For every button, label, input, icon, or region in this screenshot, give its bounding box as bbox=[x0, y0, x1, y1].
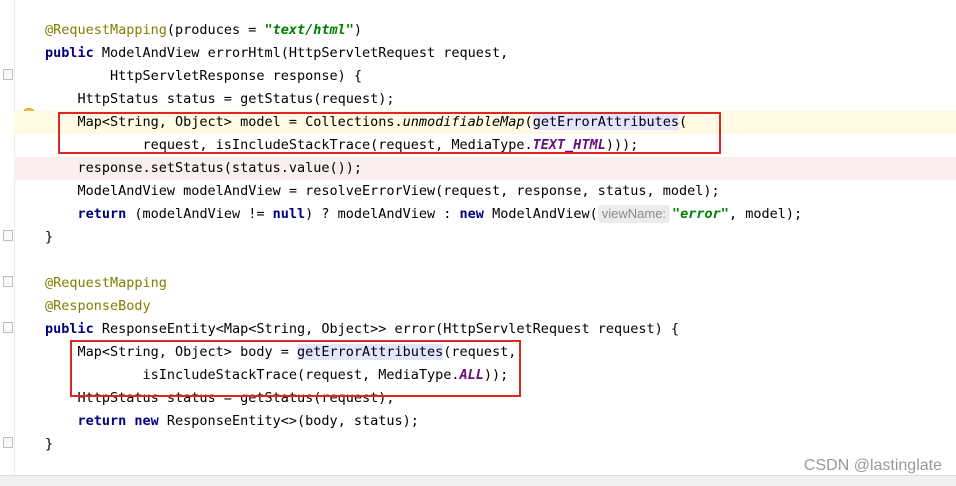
editor-bottom-bar bbox=[0, 475, 956, 486]
code-line[interactable]: return (modelAndView != null) ? modelAnd… bbox=[14, 203, 956, 226]
code-line[interactable]: @ResponseBody bbox=[14, 295, 956, 318]
highlight-box-html-error bbox=[58, 112, 721, 154]
code-token: (modelAndView != bbox=[134, 206, 273, 222]
code-token: public bbox=[45, 321, 102, 337]
code-token: } bbox=[45, 436, 54, 452]
fold-marker-icon[interactable] bbox=[3, 276, 13, 287]
code-token: ) ? modelAndView : bbox=[305, 206, 460, 222]
code-line[interactable]: public ResponseEntity<Map<String, Object… bbox=[14, 318, 956, 341]
code-token: null bbox=[272, 206, 306, 222]
highlight-box-json-error bbox=[70, 340, 521, 397]
code-line-text: public ModelAndView errorHtml(HttpServle… bbox=[45, 42, 508, 65]
code-line-text: return new ResponseEntity<>(body, status… bbox=[45, 410, 419, 433]
code-token: HttpStatus status = getStatus(request); bbox=[45, 91, 395, 107]
code-token: ) bbox=[353, 22, 363, 38]
code-line[interactable]: ModelAndView modelAndView = resolveError… bbox=[14, 180, 956, 203]
code-token: @RequestMapping bbox=[45, 22, 167, 38]
code-line-text: } bbox=[45, 433, 53, 456]
code-line[interactable]: @RequestMapping(produces = "text/html") bbox=[14, 19, 956, 42]
code-line[interactable]: HttpStatus status = getStatus(request); bbox=[14, 88, 956, 111]
code-line-text: @RequestMapping bbox=[45, 272, 167, 295]
code-token: new bbox=[459, 206, 493, 222]
code-line-text: } bbox=[45, 226, 53, 249]
fold-marker-icon[interactable] bbox=[3, 437, 13, 448]
code-token: HttpServletResponse response) { bbox=[45, 68, 362, 84]
code-token: ModelAndView modelAndView = resolveError… bbox=[45, 183, 720, 199]
fold-marker-icon[interactable] bbox=[3, 322, 13, 333]
code-line-text: public ResponseEntity<Map<String, Object… bbox=[45, 318, 679, 341]
code-token: , model); bbox=[728, 206, 803, 222]
code-line[interactable]: return new ResponseEntity<>(body, status… bbox=[14, 410, 956, 433]
code-line-text: HttpStatus status = getStatus(request); bbox=[45, 88, 395, 111]
code-line-text: @RequestMapping(produces = "text/html") bbox=[45, 19, 362, 42]
code-token: @ResponseBody bbox=[45, 298, 151, 314]
code-token: (produces = bbox=[166, 22, 265, 38]
code-token: return bbox=[77, 206, 135, 222]
code-token: ModelAndView errorHtml(HttpServletReques… bbox=[101, 45, 509, 61]
code-line-text: response.setStatus(status.value()); bbox=[45, 157, 362, 180]
code-line[interactable]: } bbox=[14, 433, 956, 456]
code-token: @RequestMapping bbox=[45, 275, 167, 291]
code-token: response.setStatus(status.value()); bbox=[45, 160, 362, 176]
code-token: ResponseEntity<>(body, status); bbox=[166, 413, 419, 429]
fold-marker-icon[interactable] bbox=[3, 69, 13, 80]
code-token: "error" bbox=[672, 206, 729, 222]
code-token: } bbox=[45, 229, 54, 245]
code-token: "text/html" bbox=[264, 22, 354, 38]
code-line-text: ModelAndView modelAndView = resolveError… bbox=[45, 180, 720, 203]
code-token: return new bbox=[77, 413, 167, 429]
code-line-text: @ResponseBody bbox=[45, 295, 151, 318]
code-line[interactable]: public ModelAndView errorHtml(HttpServle… bbox=[14, 42, 956, 65]
parameter-hint: viewName: bbox=[597, 205, 671, 223]
code-token: public bbox=[45, 45, 102, 61]
code-token: ModelAndView( bbox=[492, 206, 598, 222]
watermark: CSDN @lastinglate bbox=[803, 457, 942, 474]
code-line[interactable]: response.setStatus(status.value()); bbox=[14, 157, 956, 180]
code-line[interactable] bbox=[14, 249, 956, 272]
code-line-text: HttpServletResponse response) { bbox=[45, 65, 362, 88]
code-line-text: return (modelAndView != null) ? modelAnd… bbox=[45, 203, 802, 226]
code-token: ResponseEntity<Map<String, Object>> erro… bbox=[101, 321, 679, 337]
code-line[interactable]: HttpServletResponse response) { bbox=[14, 65, 956, 88]
fold-marker-icon[interactable] bbox=[3, 230, 13, 241]
code-line[interactable]: @RequestMapping bbox=[14, 272, 956, 295]
code-line[interactable]: } bbox=[14, 226, 956, 249]
editor-gutter bbox=[0, 0, 15, 476]
